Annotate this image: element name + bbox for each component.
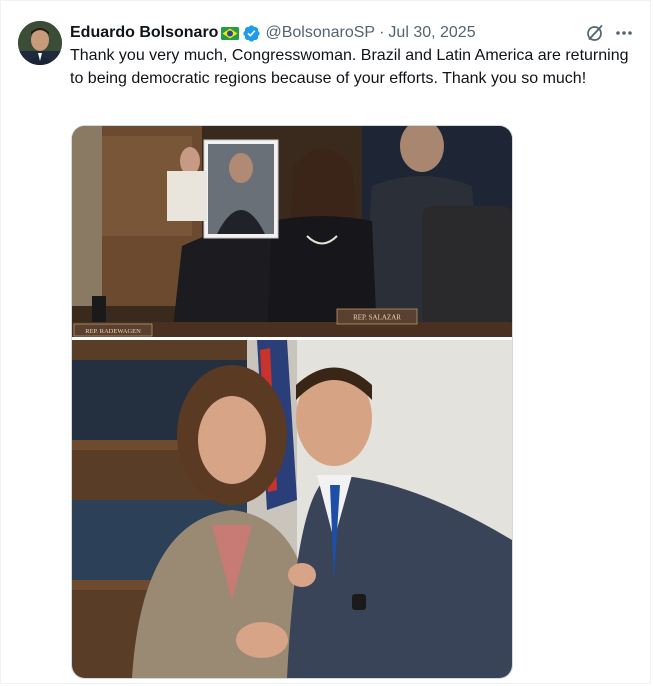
nameplate-radewagen: REP. RADEWAGEN [85,328,141,335]
tweet-media[interactable]: REP. RADEWAGEN REP. SALAZAR [71,125,513,679]
header-separator: · [379,24,385,41]
author-name[interactable]: Eduardo Bolsonaro [70,24,218,42]
tweet-date[interactable]: Jul 30, 2025 [388,24,475,42]
author-handle[interactable]: @BolsonaroSP [265,24,375,42]
handshake-photo[interactable] [72,340,512,678]
author-avatar[interactable] [18,21,62,65]
brazil-flag-icon [221,26,240,40]
hearing-photo[interactable]: REP. RADEWAGEN REP. SALAZAR [72,126,512,337]
grok-icon[interactable] [584,22,606,44]
tweet-text: Thank you very much, Congresswoman. Braz… [70,47,629,87]
more-options-icon[interactable] [613,22,635,44]
verified-badge-icon[interactable] [242,24,261,43]
nameplate-salazar: REP. SALAZAR [353,314,401,322]
tweet-card[interactable]: Eduardo Bolsonaro @BolsonaroSP · Jul 30,… [0,0,651,684]
tweet-header: Eduardo Bolsonaro @BolsonaroSP · Jul 30,… [70,22,476,44]
